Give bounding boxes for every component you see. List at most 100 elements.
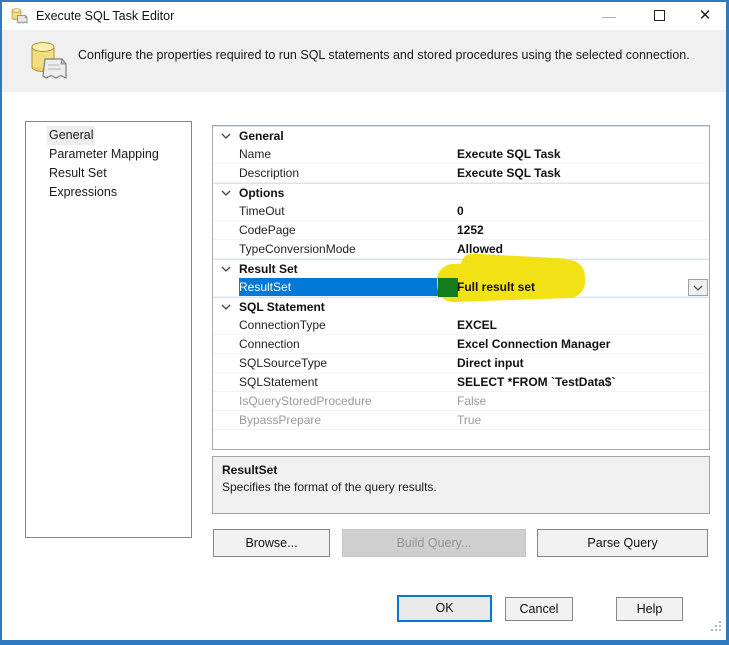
property-grid-rows: GeneralNameExecute SQL TaskDescriptionEx…	[213, 126, 709, 430]
property-value[interactable]: 0	[451, 202, 709, 220]
detail-title: ResultSet	[222, 463, 700, 477]
property-row-name[interactable]: NameExecute SQL Task	[213, 145, 709, 164]
property-name: Description	[239, 164, 451, 182]
property-row-typeconversionmode[interactable]: TypeConversionModeAllowed	[213, 240, 709, 259]
chevron-down-icon	[221, 190, 231, 196]
category-label: Result Set	[239, 260, 298, 278]
build-query-button: Build Query...	[342, 529, 526, 557]
property-name: TimeOut	[239, 202, 451, 220]
property-value[interactable]: Excel Connection Manager	[451, 335, 709, 353]
property-name: BypassPrepare	[239, 411, 451, 429]
category-label: SQL Statement	[239, 298, 325, 316]
cancel-button[interactable]: Cancel	[505, 597, 573, 621]
property-value[interactable]: False	[451, 392, 709, 410]
property-value[interactable]: Full result set	[451, 278, 709, 296]
row-gutter	[213, 373, 239, 391]
property-row-connection[interactable]: ConnectionExcel Connection Manager	[213, 335, 709, 354]
browse-button[interactable]: Browse...	[213, 529, 330, 557]
sql-task-icon	[10, 7, 28, 30]
property-value[interactable]: True	[451, 411, 709, 429]
category-row-options[interactable]: Options	[213, 183, 709, 202]
category-label: Options	[239, 184, 284, 202]
property-row-sqlstatement[interactable]: SQLStatementSELECT *FROM `TestData$`	[213, 373, 709, 392]
window-border-top	[0, 0, 729, 2]
execute-sql-task-editor-dialog: Execute SQL Task Editor — ✕ Configure th…	[0, 0, 729, 645]
category-collapse-toggle[interactable]	[213, 184, 239, 202]
chevron-down-icon	[221, 304, 231, 310]
category-collapse-toggle[interactable]	[213, 127, 239, 145]
sidebar-item-label: Result Set	[47, 164, 109, 183]
category-collapse-toggle[interactable]	[213, 260, 239, 278]
property-name: SQLSourceType	[239, 354, 451, 372]
property-row-isquerystoredprocedure[interactable]: IsQueryStoredProcedureFalse	[213, 392, 709, 411]
header-description: Configure the properties required to run…	[78, 48, 706, 62]
resultset-dropdown-button[interactable]	[688, 279, 708, 296]
row-gutter	[213, 164, 239, 182]
property-row-bypassprepare[interactable]: BypassPrepareTrue	[213, 411, 709, 430]
pages-listbox[interactable]: GeneralParameter MappingResult SetExpres…	[25, 121, 192, 538]
help-button[interactable]: Help	[616, 597, 683, 621]
title-bar[interactable]: Execute SQL Task Editor — ✕	[2, 2, 726, 30]
property-row-resultset[interactable]: ResultSetFull result set	[213, 278, 709, 297]
row-gutter	[213, 240, 239, 258]
category-label: General	[239, 127, 284, 145]
chevron-down-icon	[221, 266, 231, 272]
maximize-button[interactable]	[644, 2, 674, 30]
minimize-button[interactable]: —	[594, 2, 624, 30]
window-border-left	[0, 0, 2, 645]
property-value[interactable]: Allowed	[451, 240, 709, 258]
property-name: TypeConversionMode	[239, 240, 451, 258]
row-gutter	[213, 278, 239, 296]
property-description-panel: ResultSet Specifies the format of the qu…	[212, 456, 710, 514]
row-gutter	[213, 316, 239, 334]
row-gutter	[213, 335, 239, 353]
chevron-down-icon	[693, 285, 703, 291]
sidebar-item-result-set[interactable]: Result Set	[26, 164, 191, 183]
property-value[interactable]: SELECT *FROM `TestData$`	[451, 373, 709, 391]
window-border-bottom	[0, 640, 729, 645]
property-name: IsQueryStoredProcedure	[239, 392, 451, 410]
window-title: Execute SQL Task Editor	[36, 9, 174, 23]
detail-text: Specifies the format of the query result…	[222, 480, 700, 494]
sql-task-banner-icon	[28, 38, 70, 89]
property-row-timeout[interactable]: TimeOut0	[213, 202, 709, 221]
parse-query-button[interactable]: Parse Query	[537, 529, 708, 557]
row-gutter	[213, 202, 239, 220]
property-grid[interactable]: GeneralNameExecute SQL TaskDescriptionEx…	[212, 125, 710, 450]
row-gutter	[213, 411, 239, 429]
property-value[interactable]: Direct input	[451, 354, 709, 372]
header-banner: Configure the properties required to run…	[2, 30, 726, 92]
property-row-sqlsourcetype[interactable]: SQLSourceTypeDirect input	[213, 354, 709, 373]
row-gutter	[213, 145, 239, 163]
property-row-connectiontype[interactable]: ConnectionTypeEXCEL	[213, 316, 709, 335]
sidebar-item-label: Expressions	[47, 183, 119, 202]
ok-button[interactable]: OK	[397, 595, 492, 622]
chevron-down-icon	[221, 133, 231, 139]
highlighter-over-selection	[438, 278, 458, 297]
property-name: Name	[239, 145, 451, 163]
property-name: Connection	[239, 335, 451, 353]
category-row-general[interactable]: General	[213, 126, 709, 145]
sidebar-item-label: Parameter Mapping	[47, 145, 161, 164]
property-row-description[interactable]: DescriptionExecute SQL Task	[213, 164, 709, 183]
category-collapse-toggle[interactable]	[213, 298, 239, 316]
row-gutter	[213, 221, 239, 239]
property-value[interactable]: Execute SQL Task	[451, 164, 709, 182]
sidebar-item-expressions[interactable]: Expressions	[26, 183, 191, 202]
close-button[interactable]: ✕	[690, 2, 720, 30]
property-value[interactable]: Execute SQL Task	[451, 145, 709, 163]
maximize-icon	[654, 10, 665, 21]
row-gutter	[213, 392, 239, 410]
property-name: CodePage	[239, 221, 451, 239]
property-value[interactable]: EXCEL	[451, 316, 709, 334]
property-row-codepage[interactable]: CodePage1252	[213, 221, 709, 240]
property-name: SQLStatement	[239, 373, 451, 391]
sidebar-item-general[interactable]: General	[26, 126, 191, 145]
sidebar-item-parameter-mapping[interactable]: Parameter Mapping	[26, 145, 191, 164]
row-gutter	[213, 354, 239, 372]
property-value[interactable]: 1252	[451, 221, 709, 239]
property-name: ConnectionType	[239, 316, 451, 334]
sidebar-item-label: General	[47, 126, 95, 145]
property-name: ResultSet	[239, 278, 451, 296]
resize-grip[interactable]	[711, 619, 722, 637]
